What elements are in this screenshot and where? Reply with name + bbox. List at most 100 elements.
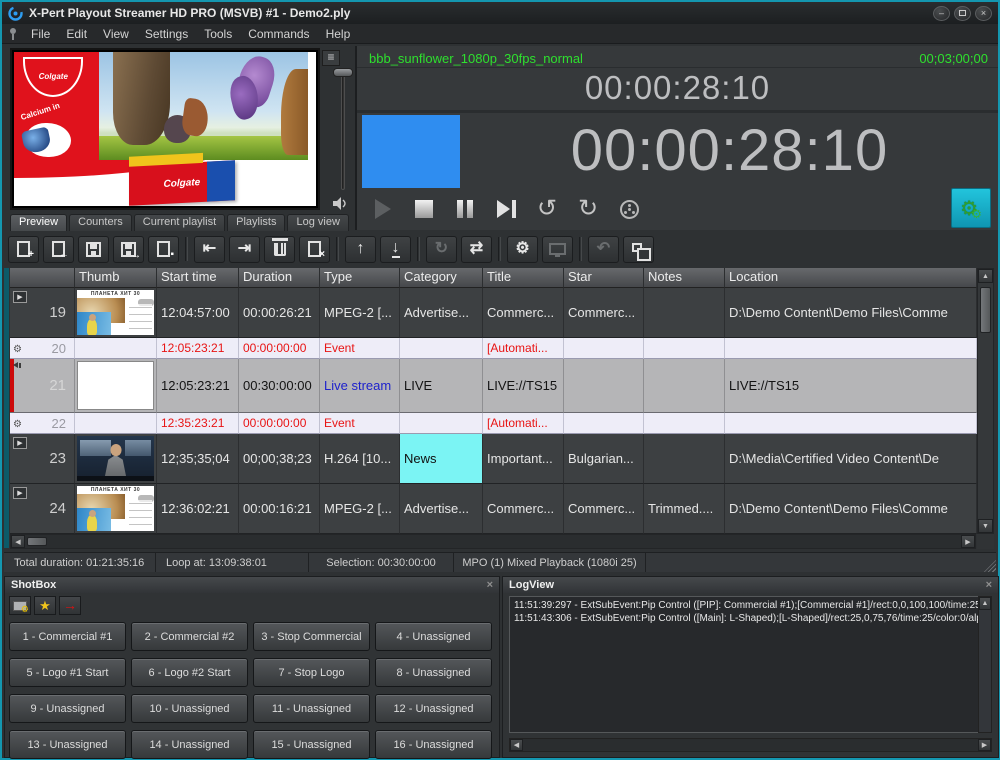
pin-icon[interactable] bbox=[8, 27, 18, 41]
preview-menu-icon[interactable]: ≡ bbox=[322, 50, 340, 66]
tab-current-playlist[interactable]: Current playlist bbox=[134, 214, 225, 231]
insert-below-button[interactable]: ⇥ bbox=[229, 236, 260, 263]
playout-settings-button[interactable]: ⚙ ⚙ bbox=[951, 188, 991, 228]
multi-window-button[interactable] bbox=[623, 236, 654, 263]
horizontal-scroll-thumb[interactable] bbox=[27, 537, 47, 546]
playlist-row-21[interactable]: 21 12:05:23:21 00:30:00:00 Live stream L… bbox=[10, 359, 977, 413]
shotbox-button-3[interactable]: 3 - Stop Commercial bbox=[253, 622, 370, 651]
header-notes[interactable]: Notes bbox=[644, 268, 725, 288]
logview-horizontal-scrollbar[interactable]: ◀ ▶ bbox=[509, 738, 992, 752]
insert-clip-button[interactable]: ← bbox=[43, 236, 74, 263]
next-button[interactable] bbox=[494, 197, 518, 221]
header-location[interactable]: Location bbox=[725, 268, 977, 288]
volume-slider-track[interactable] bbox=[341, 72, 345, 190]
add-clip-button[interactable]: + bbox=[8, 236, 39, 263]
scroll-down-button[interactable]: ▼ bbox=[978, 519, 993, 533]
shotbox-button-7[interactable]: 7 - Stop Logo bbox=[253, 658, 370, 687]
tab-playlists[interactable]: Playlists bbox=[227, 214, 285, 231]
undo-edit-button[interactable]: ↶ bbox=[588, 236, 619, 263]
shotbox-button-6[interactable]: 6 - Logo #2 Start bbox=[131, 658, 248, 687]
cue-button[interactable] bbox=[617, 197, 641, 221]
scroll-left-button[interactable]: ◀ bbox=[11, 535, 25, 548]
playlist-row-20[interactable]: ⚙20 12:05:23:21 00:00:00:00 Event [Autom… bbox=[10, 338, 977, 359]
header-type[interactable]: Type bbox=[320, 268, 400, 288]
shotbox-button-13[interactable]: 13 - Unassigned bbox=[9, 730, 126, 759]
insert-above-button[interactable]: ⇤ bbox=[194, 236, 225, 263]
menu-commands[interactable]: Commands bbox=[241, 25, 316, 43]
header-category[interactable]: Category bbox=[400, 268, 483, 288]
menu-edit[interactable]: Edit bbox=[59, 25, 94, 43]
shotbox-button-14[interactable]: 14 - Unassigned bbox=[131, 730, 248, 759]
move-down-button[interactable]: ↓ bbox=[380, 236, 411, 263]
menu-settings[interactable]: Settings bbox=[138, 25, 195, 43]
shotbox-button-11[interactable]: 11 - Unassigned bbox=[253, 694, 370, 723]
shotbox-button-9[interactable]: 9 - Unassigned bbox=[9, 694, 126, 723]
shuffle-button[interactable]: ⇄ bbox=[461, 236, 492, 263]
clear-playlist-button[interactable]: × bbox=[299, 236, 330, 263]
header-star[interactable]: Star bbox=[564, 268, 644, 288]
playlist-row-19[interactable]: ▶19 ПЛАНЕТА ХИТ 30 12:04:57:00 00:00:26:… bbox=[10, 288, 977, 338]
menu-file[interactable]: File bbox=[24, 25, 57, 43]
header-start-time[interactable]: Start time bbox=[157, 268, 239, 288]
shotbox-button-1[interactable]: 1 - Commercial #1 bbox=[9, 622, 126, 651]
log-text-area[interactable]: 11:51:39:297 - ExtSubEvent:Pip Control (… bbox=[509, 596, 992, 733]
tab-counters[interactable]: Counters bbox=[69, 214, 132, 231]
loop-button[interactable]: ↻ bbox=[426, 236, 457, 263]
delete-clip-button[interactable] bbox=[264, 236, 295, 263]
favorites-button[interactable]: ★ bbox=[34, 596, 56, 615]
shotbox-button-5[interactable]: 5 - Logo #1 Start bbox=[9, 658, 126, 687]
header-title[interactable]: Title bbox=[483, 268, 564, 288]
playlist-row-22[interactable]: ⚙22 12:35:23:21 00:00:00:00 Event [Autom… bbox=[10, 413, 977, 434]
playlist-vertical-scrollbar[interactable]: ▲ ▼ bbox=[977, 268, 994, 534]
tab-log-view[interactable]: Log view bbox=[287, 214, 348, 231]
move-up-button[interactable]: ↑ bbox=[345, 236, 376, 263]
playlist-horizontal-scrollbar[interactable]: ◀ ▶ bbox=[10, 534, 976, 549]
header-duration[interactable]: Duration bbox=[239, 268, 320, 288]
settings-button[interactable]: ⚙ bbox=[507, 236, 538, 263]
header-thumb[interactable]: Thumb bbox=[75, 268, 157, 288]
scroll-up-button[interactable]: ▲ bbox=[978, 269, 993, 283]
shotbox-button-10[interactable]: 10 - Unassigned bbox=[131, 694, 248, 723]
menu-view[interactable]: View bbox=[96, 25, 136, 43]
logview-vertical-scrollbar[interactable]: ▲ bbox=[978, 596, 992, 733]
logview-close-icon[interactable]: × bbox=[986, 580, 992, 591]
menu-help[interactable]: Help bbox=[319, 25, 358, 43]
shotbox-button-12[interactable]: 12 - Unassigned bbox=[375, 694, 492, 723]
log-scroll-left-button[interactable]: ◀ bbox=[510, 739, 523, 751]
save-as-button[interactable]: → bbox=[113, 236, 144, 263]
redo-button[interactable]: ↻ bbox=[576, 197, 600, 221]
playlist-row-24[interactable]: ▶24 ПЛАНЕТА ХИТ 30 12:36:02:21 00:00:16:… bbox=[10, 484, 977, 534]
scroll-right-button[interactable]: ▶ bbox=[961, 535, 975, 548]
shotbox-button-15[interactable]: 15 - Unassigned bbox=[253, 730, 370, 759]
save-icon bbox=[86, 242, 101, 257]
shotbox-button-16[interactable]: 16 - Unassigned bbox=[375, 730, 492, 759]
pause-button[interactable] bbox=[453, 197, 477, 221]
shotbox-button-2[interactable]: 2 - Commercial #2 bbox=[131, 622, 248, 651]
log-scroll-right-button[interactable]: ▶ bbox=[978, 739, 991, 751]
save-part-button[interactable]: ▪ bbox=[148, 236, 179, 263]
volume-slider-knob[interactable] bbox=[333, 68, 353, 77]
resize-grip[interactable] bbox=[984, 560, 996, 572]
vertical-scroll-thumb[interactable] bbox=[980, 287, 991, 333]
log-scroll-up-button[interactable]: ▲ bbox=[979, 597, 991, 610]
shotbox-button-8[interactable]: 8 - Unassigned bbox=[375, 658, 492, 687]
shotbox-close-icon[interactable]: × bbox=[487, 580, 493, 591]
header-num[interactable] bbox=[10, 268, 75, 288]
minimize-button[interactable]: – bbox=[933, 6, 950, 21]
cell-duration: 00:00:16:21 bbox=[239, 484, 320, 534]
cell-star: Bulgarian... bbox=[564, 434, 644, 484]
speaker-icon[interactable] bbox=[332, 196, 349, 216]
assign-keys-button[interactable]: ⚙ bbox=[9, 596, 31, 615]
close-button[interactable]: × bbox=[975, 6, 992, 21]
tab-preview[interactable]: Preview bbox=[10, 214, 67, 231]
stop-button[interactable] bbox=[412, 197, 436, 221]
play-button[interactable] bbox=[371, 197, 395, 221]
maximize-button[interactable] bbox=[954, 6, 971, 21]
save-playlist-button[interactable] bbox=[78, 236, 109, 263]
monitor-button[interactable] bbox=[542, 236, 573, 263]
undo-button[interactable]: ↺ bbox=[535, 197, 559, 221]
shotbox-button-4[interactable]: 4 - Unassigned bbox=[375, 622, 492, 651]
playlist-row-23[interactable]: ▶23 12;35;35;04 00;00;38;23 H.264 [10...… bbox=[10, 434, 977, 484]
menu-tools[interactable]: Tools bbox=[197, 25, 239, 43]
execute-button[interactable]: → bbox=[59, 596, 81, 615]
